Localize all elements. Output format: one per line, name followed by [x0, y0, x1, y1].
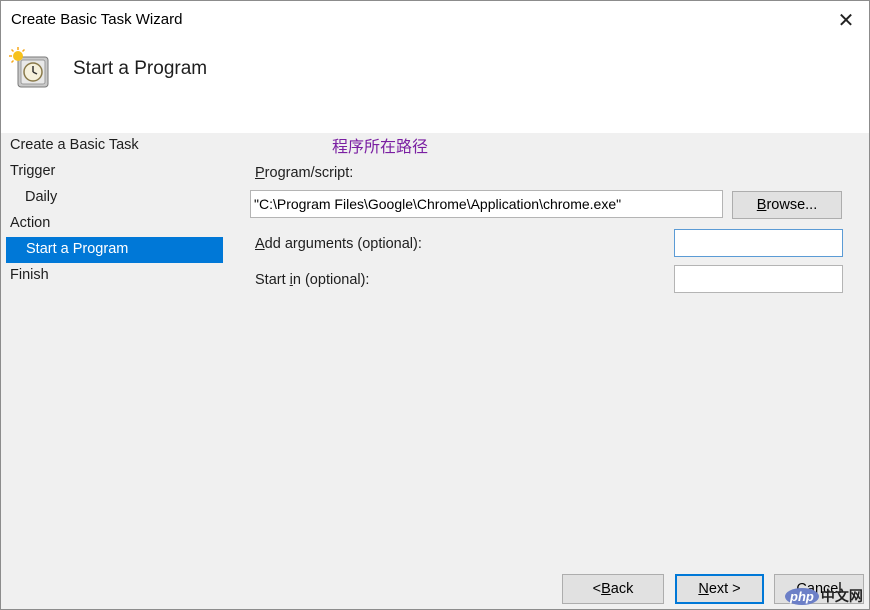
wizard-header: Start a Program	[1, 41, 869, 133]
task-clock-icon	[9, 47, 51, 89]
close-icon: ✕	[837, 9, 855, 32]
step-finish[interactable]: Finish	[5, 263, 225, 289]
wizard-steps: Create a Basic Task Trigger Daily Action…	[5, 133, 225, 289]
browse-button[interactable]: Browse...	[732, 191, 842, 219]
path-annotation: 程序所在路径	[332, 139, 429, 156]
watermark-text: 中文网	[820, 588, 863, 604]
back-button[interactable]: < Back	[562, 574, 664, 604]
program-script-label: Program/script:	[255, 165, 354, 181]
close-button[interactable]: ✕	[823, 1, 869, 39]
step-daily[interactable]: Daily	[5, 185, 225, 211]
step-start-a-program[interactable]: Start a Program	[6, 237, 223, 263]
add-arguments-input[interactable]	[674, 229, 843, 257]
step-action[interactable]: Action	[5, 211, 225, 237]
next-button[interactable]: Next >	[675, 574, 764, 604]
step-trigger[interactable]: Trigger	[5, 159, 225, 185]
wizard-window: Create Basic Task Wizard ✕ Start a Progr…	[0, 0, 870, 610]
site-watermark: php 中文网	[785, 585, 867, 607]
start-in-input[interactable]	[674, 265, 843, 293]
page-title: Start a Program	[73, 58, 208, 79]
step-create-basic-task[interactable]: Create a Basic Task	[5, 133, 225, 159]
program-script-input[interactable]	[250, 190, 723, 218]
add-arguments-label: Add arguments (optional):	[255, 236, 422, 252]
watermark-logo: php	[785, 587, 819, 605]
title-bar: Create Basic Task Wizard ✕	[1, 1, 869, 41]
start-in-label: Start in (optional):	[255, 272, 370, 288]
window-title: Create Basic Task Wizard	[11, 11, 183, 28]
